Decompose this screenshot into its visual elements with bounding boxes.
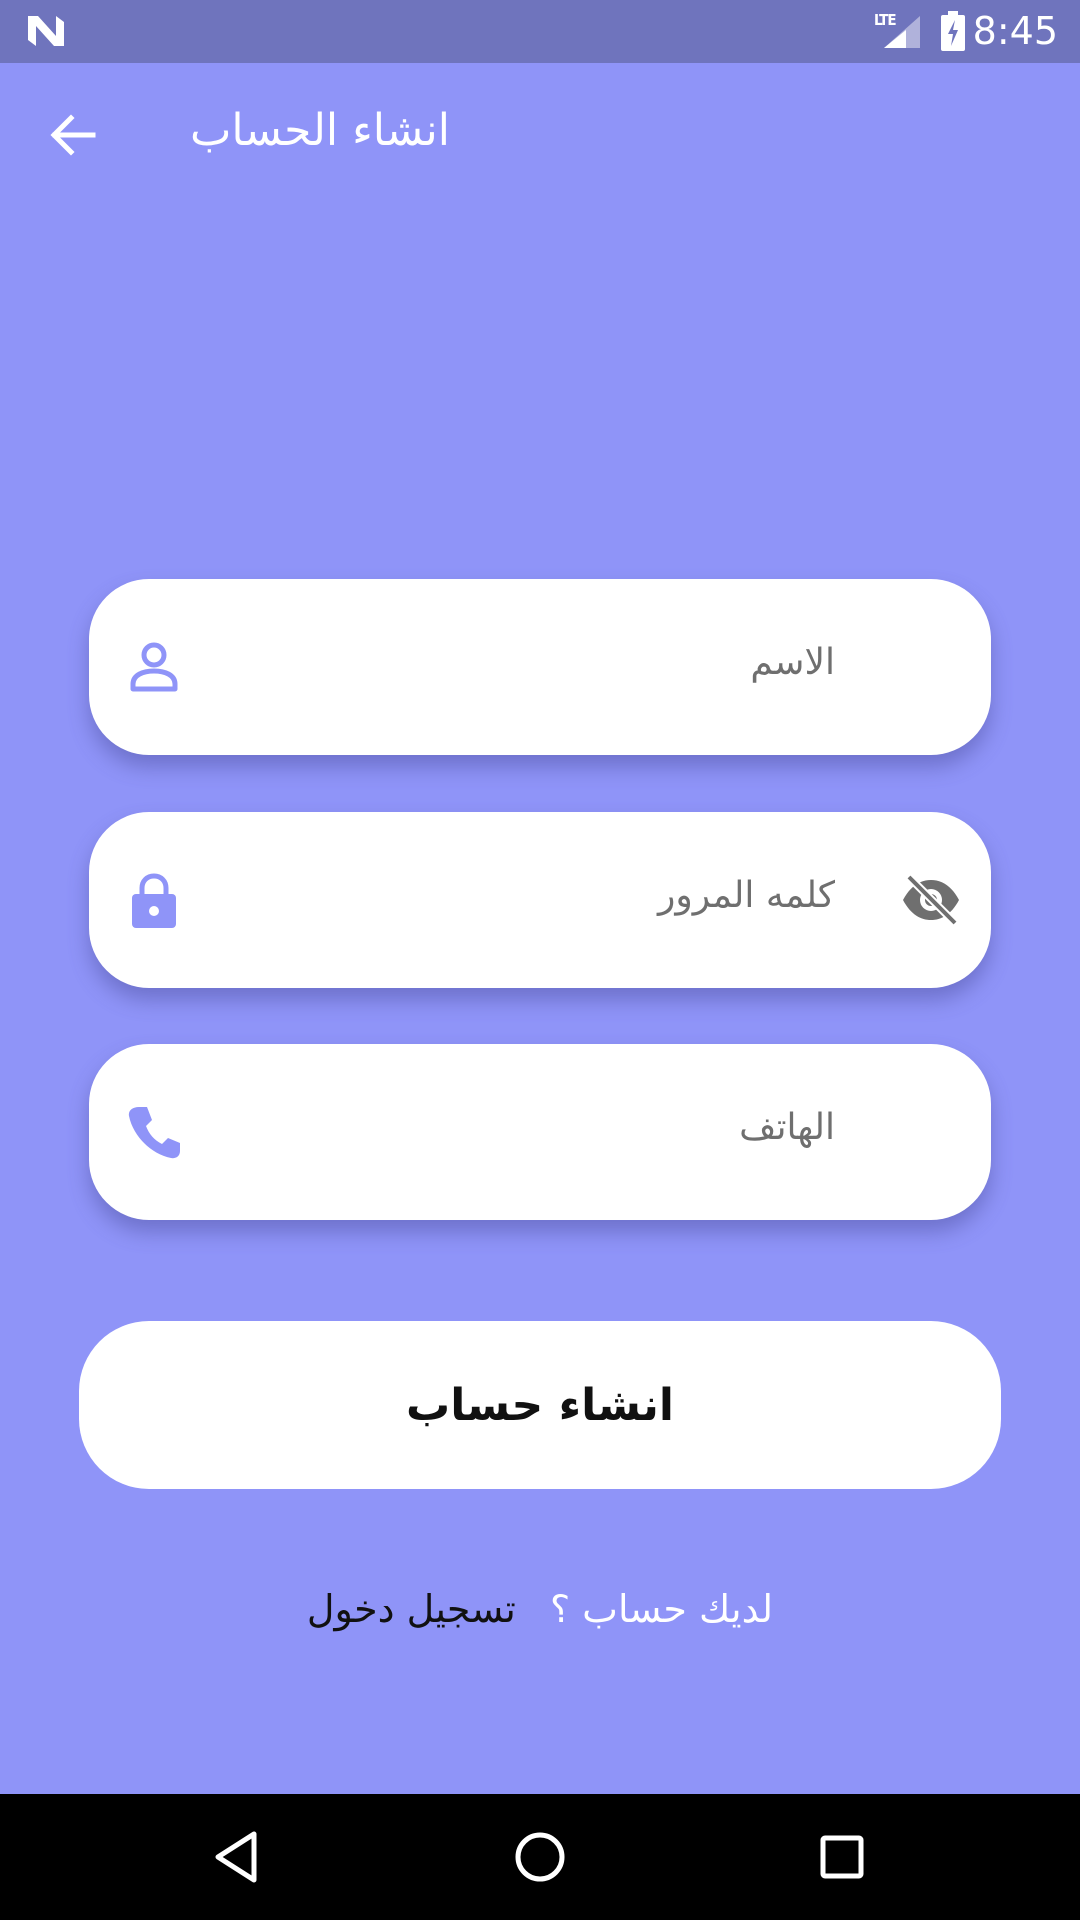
back-button[interactable] <box>40 107 106 163</box>
n-logo-icon <box>28 16 64 46</box>
signal-icon <box>884 16 920 48</box>
clock: 8:45 <box>972 9 1058 53</box>
login-link[interactable]: تسجيل دخول <box>307 1587 516 1631</box>
arrow-back-icon <box>50 114 96 156</box>
nav-back-button[interactable] <box>196 1820 276 1894</box>
battery-charging-icon <box>941 11 965 51</box>
nav-back-icon <box>215 1831 257 1883</box>
password-visibility-toggle[interactable] <box>901 870 961 930</box>
phone-input[interactable] <box>215 1092 835 1162</box>
login-prompt-text: لديك حساب ؟ <box>549 1587 774 1631</box>
nav-recent-icon <box>820 1835 864 1879</box>
nav-bar <box>0 1794 1080 1920</box>
nav-home-icon <box>515 1832 565 1882</box>
lock-icon <box>132 873 176 928</box>
phone-field <box>89 1044 991 1220</box>
nav-home-button[interactable] <box>500 1820 580 1894</box>
password-input[interactable] <box>215 860 835 930</box>
create-account-button[interactable]: انشاء حساب <box>79 1321 1001 1489</box>
page-title: انشاء الحساب <box>190 105 450 156</box>
phone-icon <box>128 1107 180 1159</box>
app-bar: انشاء الحساب <box>0 63 1080 203</box>
person-icon <box>130 642 178 692</box>
name-field <box>89 579 991 755</box>
login-prompt: لديك حساب ؟ تسجيل دخول <box>0 1582 1080 1636</box>
status-bar: LTE 8:45 <box>0 0 1080 63</box>
password-field <box>89 812 991 988</box>
nav-recent-button[interactable] <box>802 1820 882 1894</box>
eye-off-icon <box>903 875 959 925</box>
name-input[interactable] <box>215 627 835 697</box>
